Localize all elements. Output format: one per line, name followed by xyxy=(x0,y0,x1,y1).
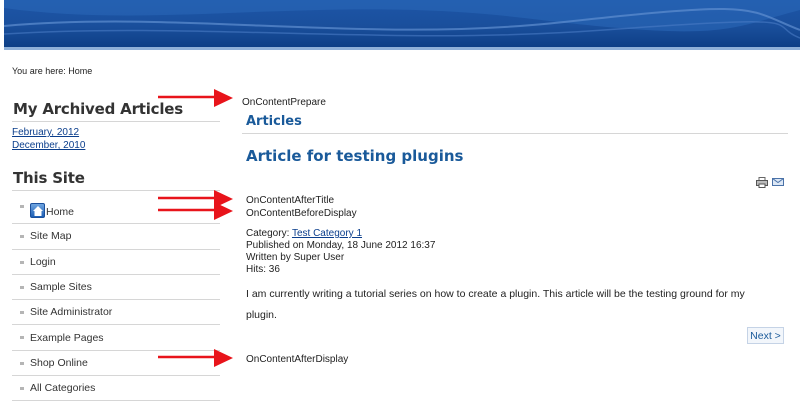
article-body: I am currently writing a tutorial series… xyxy=(246,288,745,321)
divider xyxy=(242,133,788,134)
archive-link-dec-2010[interactable]: December, 2010 xyxy=(12,140,85,151)
category-label: Category: xyxy=(246,228,290,239)
breadcrumb-current: Home xyxy=(68,66,93,76)
divider xyxy=(12,121,220,122)
breadcrumb-prefix: You are here: xyxy=(12,66,66,76)
this-site-title: This Site xyxy=(13,169,85,187)
menu-item-all-categories[interactable]: All Categories xyxy=(12,376,220,402)
header-wave-graphic xyxy=(4,0,800,39)
bullet-icon xyxy=(20,285,24,289)
event-label-after-display: OnContentAfterDisplay xyxy=(246,354,349,365)
article-published: Published on Monday, 18 June 2012 16:37 xyxy=(246,240,436,251)
menu-item-label: Example Pages xyxy=(30,331,104,344)
menu-item-label: All Categories xyxy=(30,382,96,395)
article-author: Written by Super User xyxy=(246,252,345,263)
red-arrow-icon xyxy=(158,89,233,107)
bullet-icon xyxy=(20,235,24,239)
category-link[interactable]: Test Category 1 xyxy=(292,228,362,239)
menu-item-label: Home xyxy=(46,206,75,219)
menu-item-login[interactable]: Login xyxy=(12,250,220,275)
header-strip xyxy=(4,47,800,50)
menu-item-label: Login xyxy=(30,255,56,268)
article-hits: Hits: 36 xyxy=(246,264,280,275)
email-icon[interactable] xyxy=(772,177,784,187)
red-arrow-icon xyxy=(158,349,233,367)
bullet-icon xyxy=(20,311,24,315)
bullet-icon xyxy=(20,361,24,365)
red-arrow-icon xyxy=(158,202,233,220)
menu-item-site-administrator[interactable]: Site Administrator xyxy=(12,300,220,326)
bullet-icon xyxy=(20,260,24,264)
site-header-banner xyxy=(4,0,800,47)
menu-item-label: Shop Online xyxy=(30,356,88,369)
bullet-icon xyxy=(20,205,24,208)
menu-item-label: Site Map xyxy=(30,230,72,243)
archive-link-feb-2012[interactable]: February, 2012 xyxy=(12,127,79,138)
menu-item-label: Site Administrator xyxy=(30,306,113,319)
article-category: Category: Test Category 1 xyxy=(246,228,362,239)
bullet-icon xyxy=(20,387,24,391)
site-menu: Home Site Map Login Sample Sites Site Ad… xyxy=(12,199,220,402)
menu-item-site-map[interactable]: Site Map xyxy=(12,224,220,250)
menu-item-sample-sites[interactable]: Sample Sites xyxy=(12,275,220,301)
home-icon xyxy=(30,203,45,219)
event-label-before-display: OnContentBeforeDisplay xyxy=(246,208,357,219)
section-title: Articles xyxy=(246,114,302,129)
event-label-after-title: OnContentAfterTitle xyxy=(246,195,335,206)
next-button[interactable]: Next > xyxy=(747,327,784,344)
menu-item-label: Sample Sites xyxy=(30,281,92,294)
bullet-icon xyxy=(20,336,24,340)
print-icon[interactable] xyxy=(756,177,768,188)
event-label-content-prepare: OnContentPrepare xyxy=(242,97,326,108)
article-title[interactable]: Article for testing plugins xyxy=(246,147,463,165)
breadcrumb: You are here: Home xyxy=(12,66,92,76)
